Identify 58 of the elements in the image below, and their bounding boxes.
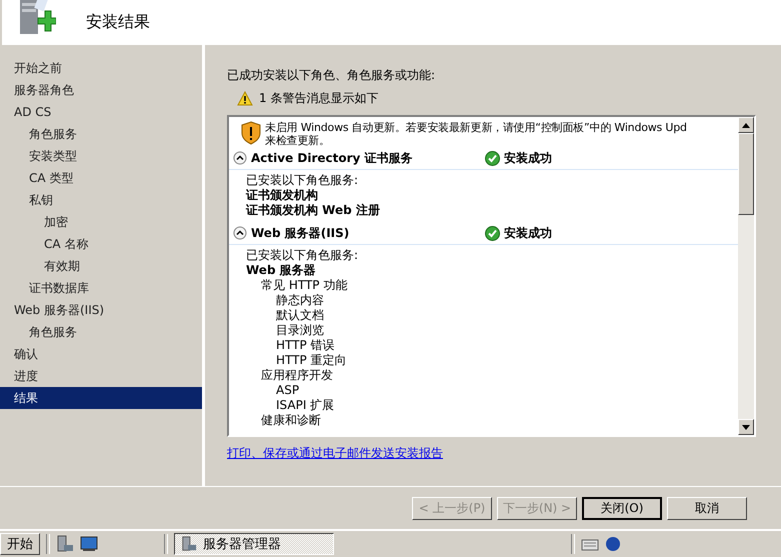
success-check-icon (485, 226, 500, 240)
service-item: 默认文档 (275, 308, 325, 323)
service-item: 健康和诊断 (260, 413, 322, 428)
service-item: 静态内容 (275, 293, 325, 308)
warning-message: 未启用 Windows 自动更新。若要安装最新更新，请使用“控制面板”中的 Windows Upd (265, 121, 687, 134)
warning-message: 来检查更新。 (265, 134, 331, 147)
scroll-up-icon[interactable] (742, 122, 750, 128)
collapse-icon[interactable] (233, 151, 247, 165)
services-caption: 已安装以下角色服务: (246, 173, 360, 188)
section-title: Active Directory 证书服务 (251, 150, 414, 166)
service-item: HTTP 重定向 (275, 353, 348, 368)
sidebar-item[interactable]: AD CS (0, 101, 202, 123)
sidebar-item[interactable]: 开始之前 (0, 57, 202, 79)
server-icon (181, 536, 197, 552)
section-title: Web 服务器(IIS) (251, 224, 350, 242)
wizard-button[interactable]: 关闭(O) (582, 496, 662, 520)
status-text: 安装成功 (504, 150, 552, 166)
service-item: 目录浏览 (275, 323, 325, 338)
sidebar-item[interactable]: 服务器角色 (0, 79, 202, 101)
keyboard-icon[interactable] (581, 537, 599, 551)
warning-summary: 1 条警告消息显示如下 (259, 90, 378, 106)
scrollbar[interactable] (738, 117, 754, 435)
success-check-icon (485, 150, 500, 166)
sidebar-item[interactable]: 安装类型 (0, 145, 202, 167)
sidebar-item[interactable]: 加密 (0, 211, 202, 233)
sidebar-item[interactable]: 结果 (0, 387, 202, 409)
shield-warning-icon (241, 121, 261, 145)
status-text: 安装成功 (504, 224, 552, 242)
services-caption: 已安装以下角色服务: (246, 248, 360, 263)
server-icon[interactable] (56, 535, 74, 553)
report-link[interactable]: 打印、保存或通过电子邮件发送安装报告 (227, 445, 443, 462)
sidebar-item[interactable]: 证书数据库 (0, 277, 202, 299)
intro-text: 已成功安装以下角色、角色服务或功能: (227, 67, 436, 84)
service-item: ISAPI 扩展 (275, 398, 336, 413)
sidebar-item[interactable]: Web 服务器(IIS) (0, 299, 202, 321)
service-item: 常见 HTTP 功能 (260, 278, 348, 293)
service-item: 应用程序开发 (260, 368, 334, 383)
start-button[interactable]: 开始 (0, 533, 40, 555)
sidebar-item[interactable]: 确认 (0, 343, 202, 365)
taskbar-button[interactable]: 服务器管理器 (174, 533, 334, 555)
page-title: 安装结果 (86, 12, 150, 33)
service-item: ASP (275, 383, 300, 398)
sidebar-item[interactable]: 角色服务 (0, 123, 202, 145)
sidebar-item[interactable]: CA 名称 (0, 233, 202, 255)
sidebar-item[interactable]: 私钥 (0, 189, 202, 211)
sidebar-item[interactable]: 进度 (0, 365, 202, 387)
sidebar-item[interactable]: CA 类型 (0, 167, 202, 189)
scroll-down-icon[interactable] (742, 424, 750, 430)
service-item: 证书颁发机构 Web 注册 (246, 203, 381, 218)
sidebar-item[interactable]: 有效期 (0, 255, 202, 277)
service-item: 证书颁发机构 (246, 188, 319, 203)
sidebar-item[interactable]: 角色服务 (0, 321, 202, 343)
monitor-icon[interactable] (80, 536, 98, 552)
service-item: Web 服务器 (246, 263, 317, 278)
service-item: HTTP 错误 (275, 338, 336, 353)
warning-icon (237, 90, 253, 106)
wizard-button[interactable]: 取消 (667, 496, 747, 520)
collapse-icon[interactable] (233, 226, 247, 240)
